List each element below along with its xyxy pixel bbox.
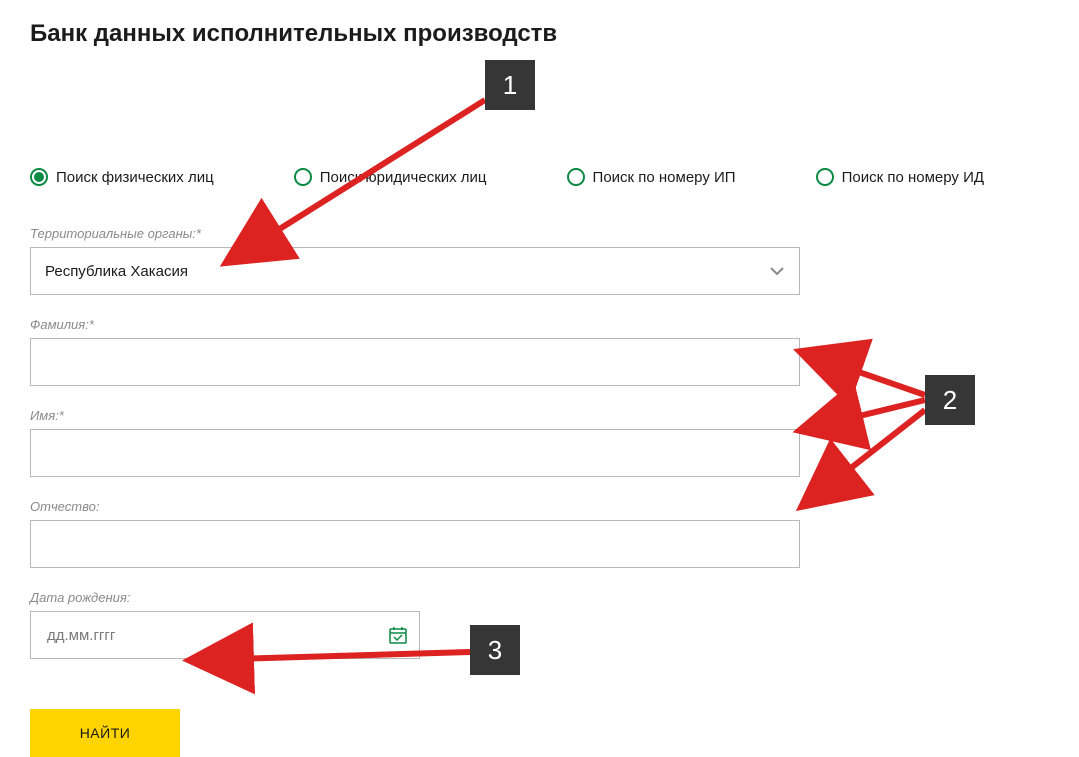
patronym-input[interactable] bbox=[45, 520, 785, 568]
name-input[interactable] bbox=[45, 429, 785, 477]
birthdate-input[interactable] bbox=[45, 611, 405, 659]
search-type-radios: Поиск физических лиц Поиск юридических л… bbox=[30, 168, 1049, 186]
radio-physical[interactable]: Поиск физических лиц bbox=[30, 168, 214, 186]
radio-dot-icon bbox=[816, 168, 834, 186]
surname-label: Фамилия:* bbox=[30, 317, 800, 332]
name-label: Имя:* bbox=[30, 408, 800, 423]
calendar-icon[interactable] bbox=[389, 626, 407, 644]
radio-id-number[interactable]: Поиск по номеру ИД bbox=[816, 168, 984, 186]
radio-legal[interactable]: Поиск юридических лиц bbox=[294, 168, 487, 186]
territory-select[interactable]: Республика Хакасия bbox=[30, 247, 800, 295]
search-form: Территориальные органы:* Республика Хака… bbox=[30, 226, 800, 757]
annotation-callout-2: 2 bbox=[925, 375, 975, 425]
surname-input[interactable] bbox=[45, 338, 785, 386]
territory-value: Республика Хакасия bbox=[45, 263, 188, 280]
radio-dot-icon bbox=[30, 168, 48, 186]
territory-label: Территориальные органы:* bbox=[30, 226, 800, 241]
patronym-field-wrap bbox=[30, 520, 800, 568]
chevron-down-icon bbox=[769, 263, 785, 279]
radio-legal-label: Поиск юридических лиц bbox=[320, 169, 487, 186]
name-field-wrap bbox=[30, 429, 800, 477]
radio-ip-label: Поиск по номеру ИП bbox=[593, 169, 736, 186]
search-button[interactable]: НАЙТИ bbox=[30, 709, 180, 757]
patronym-label: Отчество: bbox=[30, 499, 800, 514]
radio-physical-label: Поиск физических лиц bbox=[56, 169, 214, 186]
birthdate-label: Дата рождения: bbox=[30, 590, 800, 605]
radio-dot-icon bbox=[567, 168, 585, 186]
page-title: Банк данных исполнительных производств bbox=[30, 20, 1049, 48]
annotation-callout-3: 3 bbox=[470, 625, 520, 675]
radio-id-label: Поиск по номеру ИД bbox=[842, 169, 984, 186]
birthdate-field-wrap bbox=[30, 611, 420, 659]
surname-field-wrap bbox=[30, 338, 800, 386]
radio-dot-icon bbox=[294, 168, 312, 186]
radio-ip-number[interactable]: Поиск по номеру ИП bbox=[567, 168, 736, 186]
annotation-callout-1: 1 bbox=[485, 60, 535, 110]
